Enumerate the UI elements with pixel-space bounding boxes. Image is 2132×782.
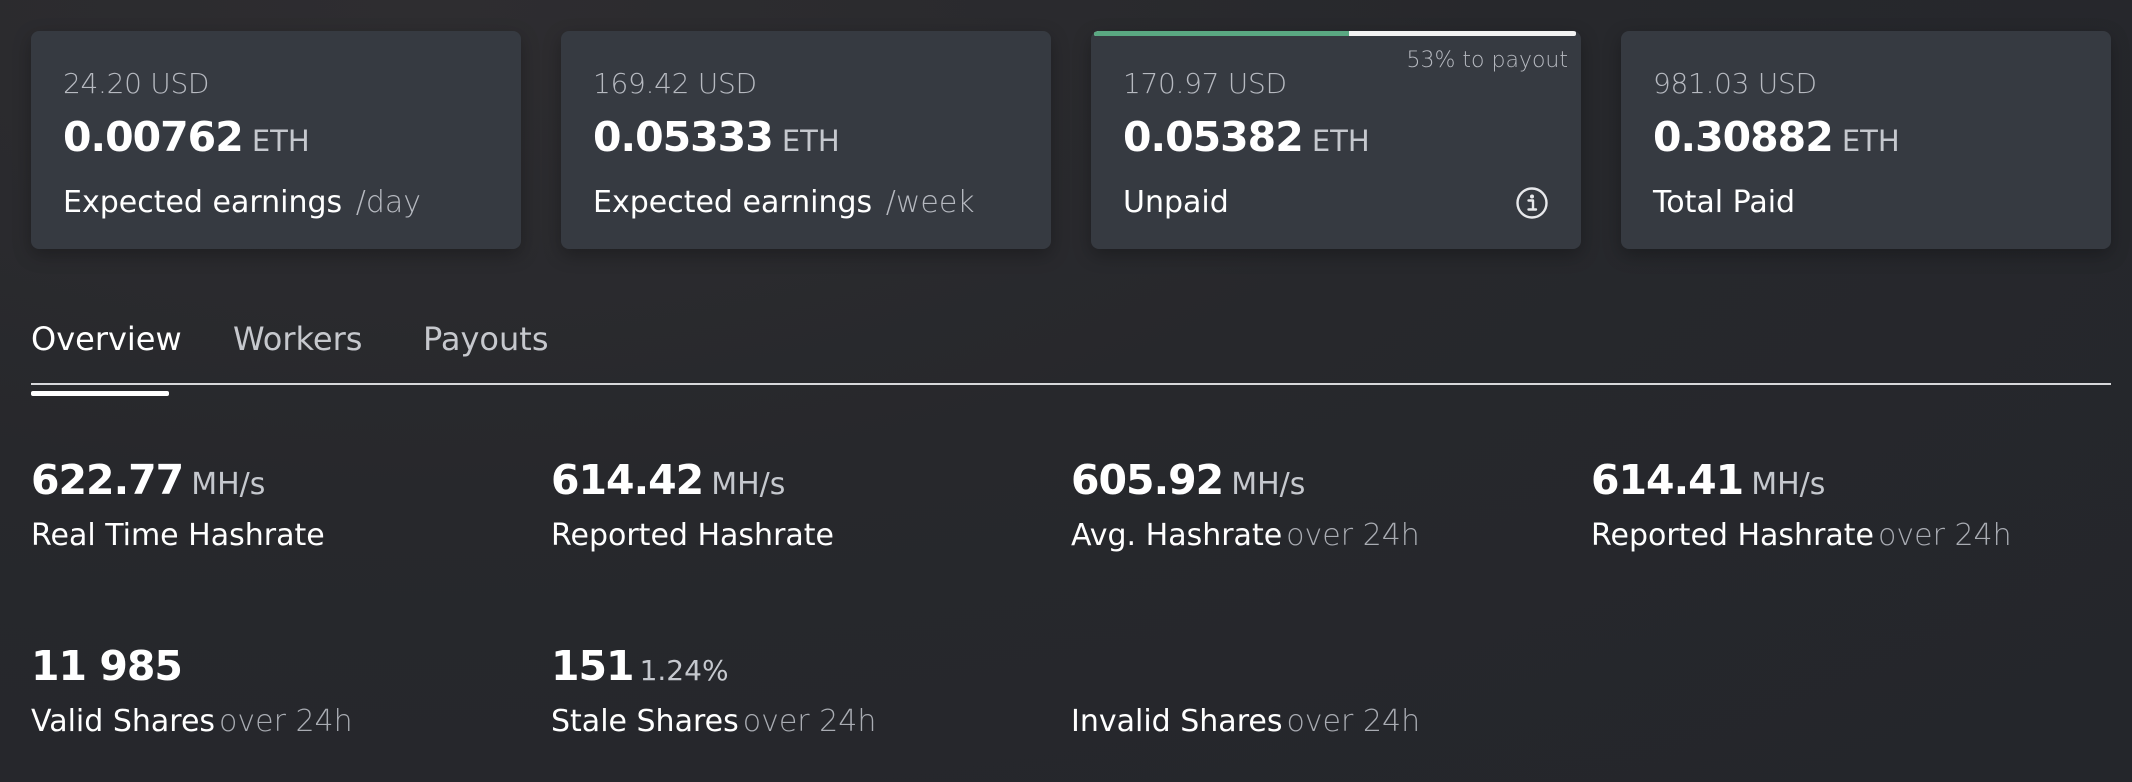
stat-valid-shares: 11 985 Valid Shares over 24h: [31, 642, 353, 739]
stat-value-line: 11 985: [31, 642, 353, 694]
info-icon[interactable]: [1515, 186, 1549, 220]
card-eth-line: 0.05382 ETH: [1123, 113, 1370, 161]
card-usd-value: 24.20 USD: [63, 67, 210, 100]
payout-progress-fill: [1094, 31, 1350, 36]
stat-value: 614.42: [551, 456, 704, 504]
stat-unit: MH/s: [711, 467, 786, 502]
stat-label: Reported Hashrate: [551, 518, 835, 553]
card-label: Expected earnings: [63, 185, 343, 220]
tab-overview-label: Overview: [31, 320, 182, 358]
stat-value-line: 605.92 MH/s: [1071, 456, 1420, 508]
stat-label-line: Avg. Hashrate over 24h: [1071, 518, 1420, 553]
stat-unit: MH/s: [191, 467, 266, 502]
tab-overview[interactable]: Overview: [31, 320, 182, 396]
card-label: Unpaid: [1123, 185, 1229, 220]
stat-value-line: [1071, 642, 1420, 694]
stat-label-line: Stale Shares over 24h: [551, 704, 876, 739]
payout-progress-label: 53% to payout: [1406, 48, 1568, 73]
stat-label-line: Real Time Hashrate: [31, 518, 325, 553]
card-eth-value: 0.30882: [1653, 113, 1834, 161]
card-earnings-day: 24.20 USD 0.00762 ETH Expected earnings …: [31, 31, 521, 249]
stat-label: Valid Shares: [31, 704, 216, 739]
stat-value: 622.77: [31, 456, 184, 504]
stat-value: 614.41: [1591, 456, 1744, 504]
stat-value-line: 614.42 MH/s: [551, 456, 834, 508]
stat-value: 11 985: [31, 642, 183, 690]
card-eth-unit: ETH: [251, 124, 310, 158]
stat-label-line: Valid Shares over 24h: [31, 704, 353, 739]
stat-label: Reported Hashrate: [1591, 518, 1875, 553]
stat-unit: MH/s: [1751, 467, 1826, 502]
stat-unit: MH/s: [1231, 467, 1306, 502]
card-usd-value: 169.42 USD: [593, 67, 757, 100]
card-label-line: Expected earnings /week: [593, 185, 975, 220]
card-usd-value: 170.97 USD: [1123, 67, 1287, 100]
stat-invalid-shares: Invalid Shares over 24h: [1071, 642, 1420, 739]
card-usd-value: 981.03 USD: [1653, 67, 1817, 100]
tab-workers[interactable]: Workers: [233, 320, 362, 358]
stat-label-line: Invalid Shares over 24h: [1071, 704, 1420, 739]
stat-stale-shares: 151 1.24% Stale Shares over 24h: [551, 642, 876, 739]
stat-value-line: 614.41 MH/s: [1591, 456, 2012, 508]
stat-value-line: 151 1.24%: [551, 642, 876, 694]
stat-label-suffix: over 24h: [1878, 518, 2012, 553]
stat-label-suffix: over 24h: [1286, 704, 1421, 739]
active-tab-indicator: [31, 391, 169, 396]
card-eth-unit: ETH: [1841, 124, 1900, 158]
stat-label: Real Time Hashrate: [31, 518, 325, 553]
tab-payouts[interactable]: Payouts: [423, 320, 548, 358]
card-eth-line: 0.30882 ETH: [1653, 113, 1900, 161]
stat-label: Invalid Shares: [1071, 704, 1283, 739]
tab-bar: Overview Workers Payouts: [31, 300, 2111, 396]
stat-avg-hashrate: 605.92 MH/s Avg. Hashrate over 24h: [1071, 456, 1420, 553]
card-unpaid: 53% to payout 170.97 USD 0.05382 ETH Unp…: [1091, 31, 1581, 249]
stat-label: Stale Shares: [551, 704, 739, 739]
card-label: Total Paid: [1653, 185, 1796, 220]
card-eth-value: 0.05333: [593, 113, 774, 161]
summary-cards: 24.20 USD 0.00762 ETH Expected earnings …: [31, 31, 2111, 249]
card-eth-unit: ETH: [1311, 124, 1370, 158]
stat-reported-hashrate-24h: 614.41 MH/s Reported Hashrate over 24h: [1591, 456, 2012, 553]
card-label-suffix: /day: [355, 185, 422, 220]
card-label-line: Unpaid: [1123, 185, 1229, 220]
stat-value: 151: [551, 642, 635, 690]
card-eth-line: 0.05333 ETH: [593, 113, 840, 161]
card-label-suffix: /week: [885, 185, 975, 220]
card-total-paid: 981.03 USD 0.30882 ETH Total Paid: [1621, 31, 2111, 249]
stat-label: Avg. Hashrate: [1071, 518, 1283, 553]
tab-workers-label: Workers: [233, 320, 363, 358]
stat-label-suffix: over 24h: [1286, 518, 1420, 553]
stat-realtime-hashrate: 622.77 MH/s Real Time Hashrate: [31, 456, 325, 553]
card-eth-value: 0.00762: [63, 113, 244, 161]
card-label-line: Total Paid: [1653, 185, 1795, 220]
card-label: Expected earnings: [593, 185, 873, 220]
stat-label-line: Reported Hashrate over 24h: [1591, 518, 2012, 553]
stat-value-line: 622.77 MH/s: [31, 456, 325, 508]
payout-progress-bar: [1094, 31, 1576, 36]
stat-percent: 1.24%: [639, 654, 729, 687]
tab-payouts-label: Payouts: [423, 320, 549, 358]
card-earnings-week: 169.42 USD 0.05333 ETH Expected earnings…: [561, 31, 1051, 249]
stat-value: 605.92: [1071, 456, 1224, 504]
tab-divider: [31, 383, 2111, 385]
stat-label-line: Reported Hashrate: [551, 518, 834, 553]
stat-label-suffix: over 24h: [742, 704, 877, 739]
card-eth-value: 0.05382: [1123, 113, 1304, 161]
card-eth-unit: ETH: [781, 124, 840, 158]
card-label-line: Expected earnings /day: [63, 185, 421, 220]
stat-label-suffix: over 24h: [219, 704, 353, 739]
card-eth-line: 0.00762 ETH: [63, 113, 310, 161]
stat-reported-hashrate: 614.42 MH/s Reported Hashrate: [551, 456, 834, 553]
